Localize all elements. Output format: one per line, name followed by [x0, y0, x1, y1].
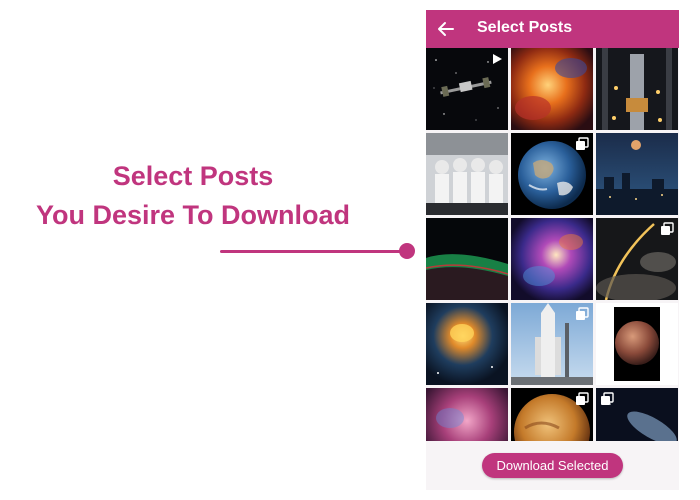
back-button[interactable] — [435, 18, 457, 40]
post-thumbnail-venus-surface[interactable] — [511, 388, 593, 441]
red-planet-image — [596, 303, 678, 385]
app-bar: Select Posts — [426, 10, 679, 48]
post-thumbnail-red-planet[interactable] — [596, 303, 678, 385]
multiple-images-icon — [661, 222, 674, 235]
post-thumbnail-golden-galaxy[interactable] — [426, 303, 508, 385]
pink-nebula-image — [426, 388, 508, 441]
post-thumbnail-rocket-on-pad[interactable] — [511, 303, 593, 385]
post-thumbnail-earth-globe[interactable] — [511, 133, 593, 215]
phone-screen: Select Posts Download Selected — [426, 10, 679, 490]
post-thumbnail-orange-nebula[interactable] — [511, 48, 593, 130]
posts-grid — [426, 48, 679, 441]
multiple-images-icon — [576, 307, 589, 320]
moon-over-city-image — [596, 133, 678, 215]
post-thumbnail-rocket-launch-trail[interactable] — [596, 218, 678, 300]
bottom-action-bar: Download Selected — [426, 441, 679, 490]
connector-line — [220, 250, 406, 253]
promo-headline-line2: You Desire To Download — [35, 200, 351, 230]
promo-headline-line1: Select Posts — [112, 161, 274, 191]
multiple-images-icon — [576, 392, 589, 405]
post-thumbnail-purple-nebula[interactable] — [511, 218, 593, 300]
download-selected-button[interactable]: Download Selected — [482, 453, 623, 478]
multiple-images-icon — [576, 137, 589, 150]
purple-nebula-image — [511, 218, 593, 300]
post-thumbnail-aurora-horizon[interactable] — [426, 218, 508, 300]
post-thumbnail-space-station[interactable] — [426, 48, 508, 130]
post-thumbnail-pink-nebula[interactable] — [426, 388, 508, 441]
post-thumbnail-blue-galaxy[interactable] — [596, 388, 678, 441]
rocket-hangar-image — [596, 48, 678, 130]
promo-screen: Select Posts You Desire To Download Sele… — [0, 0, 700, 500]
orange-nebula-image — [511, 48, 593, 130]
multiple-images-icon — [601, 392, 614, 405]
app-bar-title: Select Posts — [477, 19, 573, 36]
post-thumbnail-astronaut-crew[interactable] — [426, 133, 508, 215]
post-thumbnail-moon-over-city[interactable] — [596, 133, 678, 215]
play-icon — [493, 54, 502, 64]
arrow-left-icon — [438, 22, 454, 36]
connector-dot — [399, 243, 415, 259]
golden-galaxy-image — [426, 303, 508, 385]
post-thumbnail-rocket-hangar[interactable] — [596, 48, 678, 130]
aurora-horizon-image — [426, 218, 508, 300]
astronaut-crew-image — [426, 133, 508, 215]
